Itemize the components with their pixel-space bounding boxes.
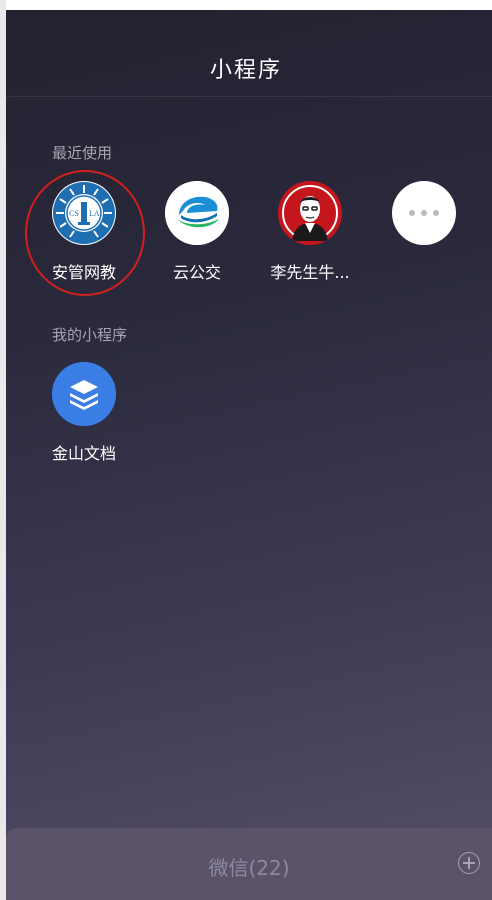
top-edge [0, 0, 492, 10]
title-divider [6, 96, 492, 97]
page-title: 小程序 [209, 58, 282, 83]
app-li[interactable]: 李先生牛... [255, 181, 365, 283]
add-circle-icon[interactable] [458, 852, 480, 874]
app-label-li: 李先生牛... [270, 263, 350, 282]
more-button[interactable] [369, 181, 479, 245]
more-dots-icon [392, 181, 456, 245]
bus-swoosh-icon [165, 181, 229, 245]
highlight-circle-annotation [25, 170, 145, 296]
bottom-bar-title: 微信(22) [208, 856, 290, 880]
mini-programs-panel: 小程序 最近使用 CS LA 安管网教 云公交 李先生牛... 我的小程序 金山… [0, 0, 492, 900]
stacked-layers-icon [52, 362, 116, 426]
app-label-jinshan: 金山文档 [51, 444, 116, 463]
section-label-recent: 最近使用 [52, 144, 113, 162]
section-label-mine: 我的小程序 [52, 326, 128, 344]
portrait-logo-icon [278, 181, 342, 245]
app-jinshan[interactable]: 金山文档 [29, 362, 139, 464]
left-edge-strip [0, 0, 6, 900]
app-yungongjiao[interactable]: 云公交 [142, 181, 252, 283]
bottom-bar[interactable]: 微信(22) [6, 828, 492, 900]
more-dots [409, 210, 439, 216]
app-label-yungongjiao: 云公交 [172, 263, 221, 282]
